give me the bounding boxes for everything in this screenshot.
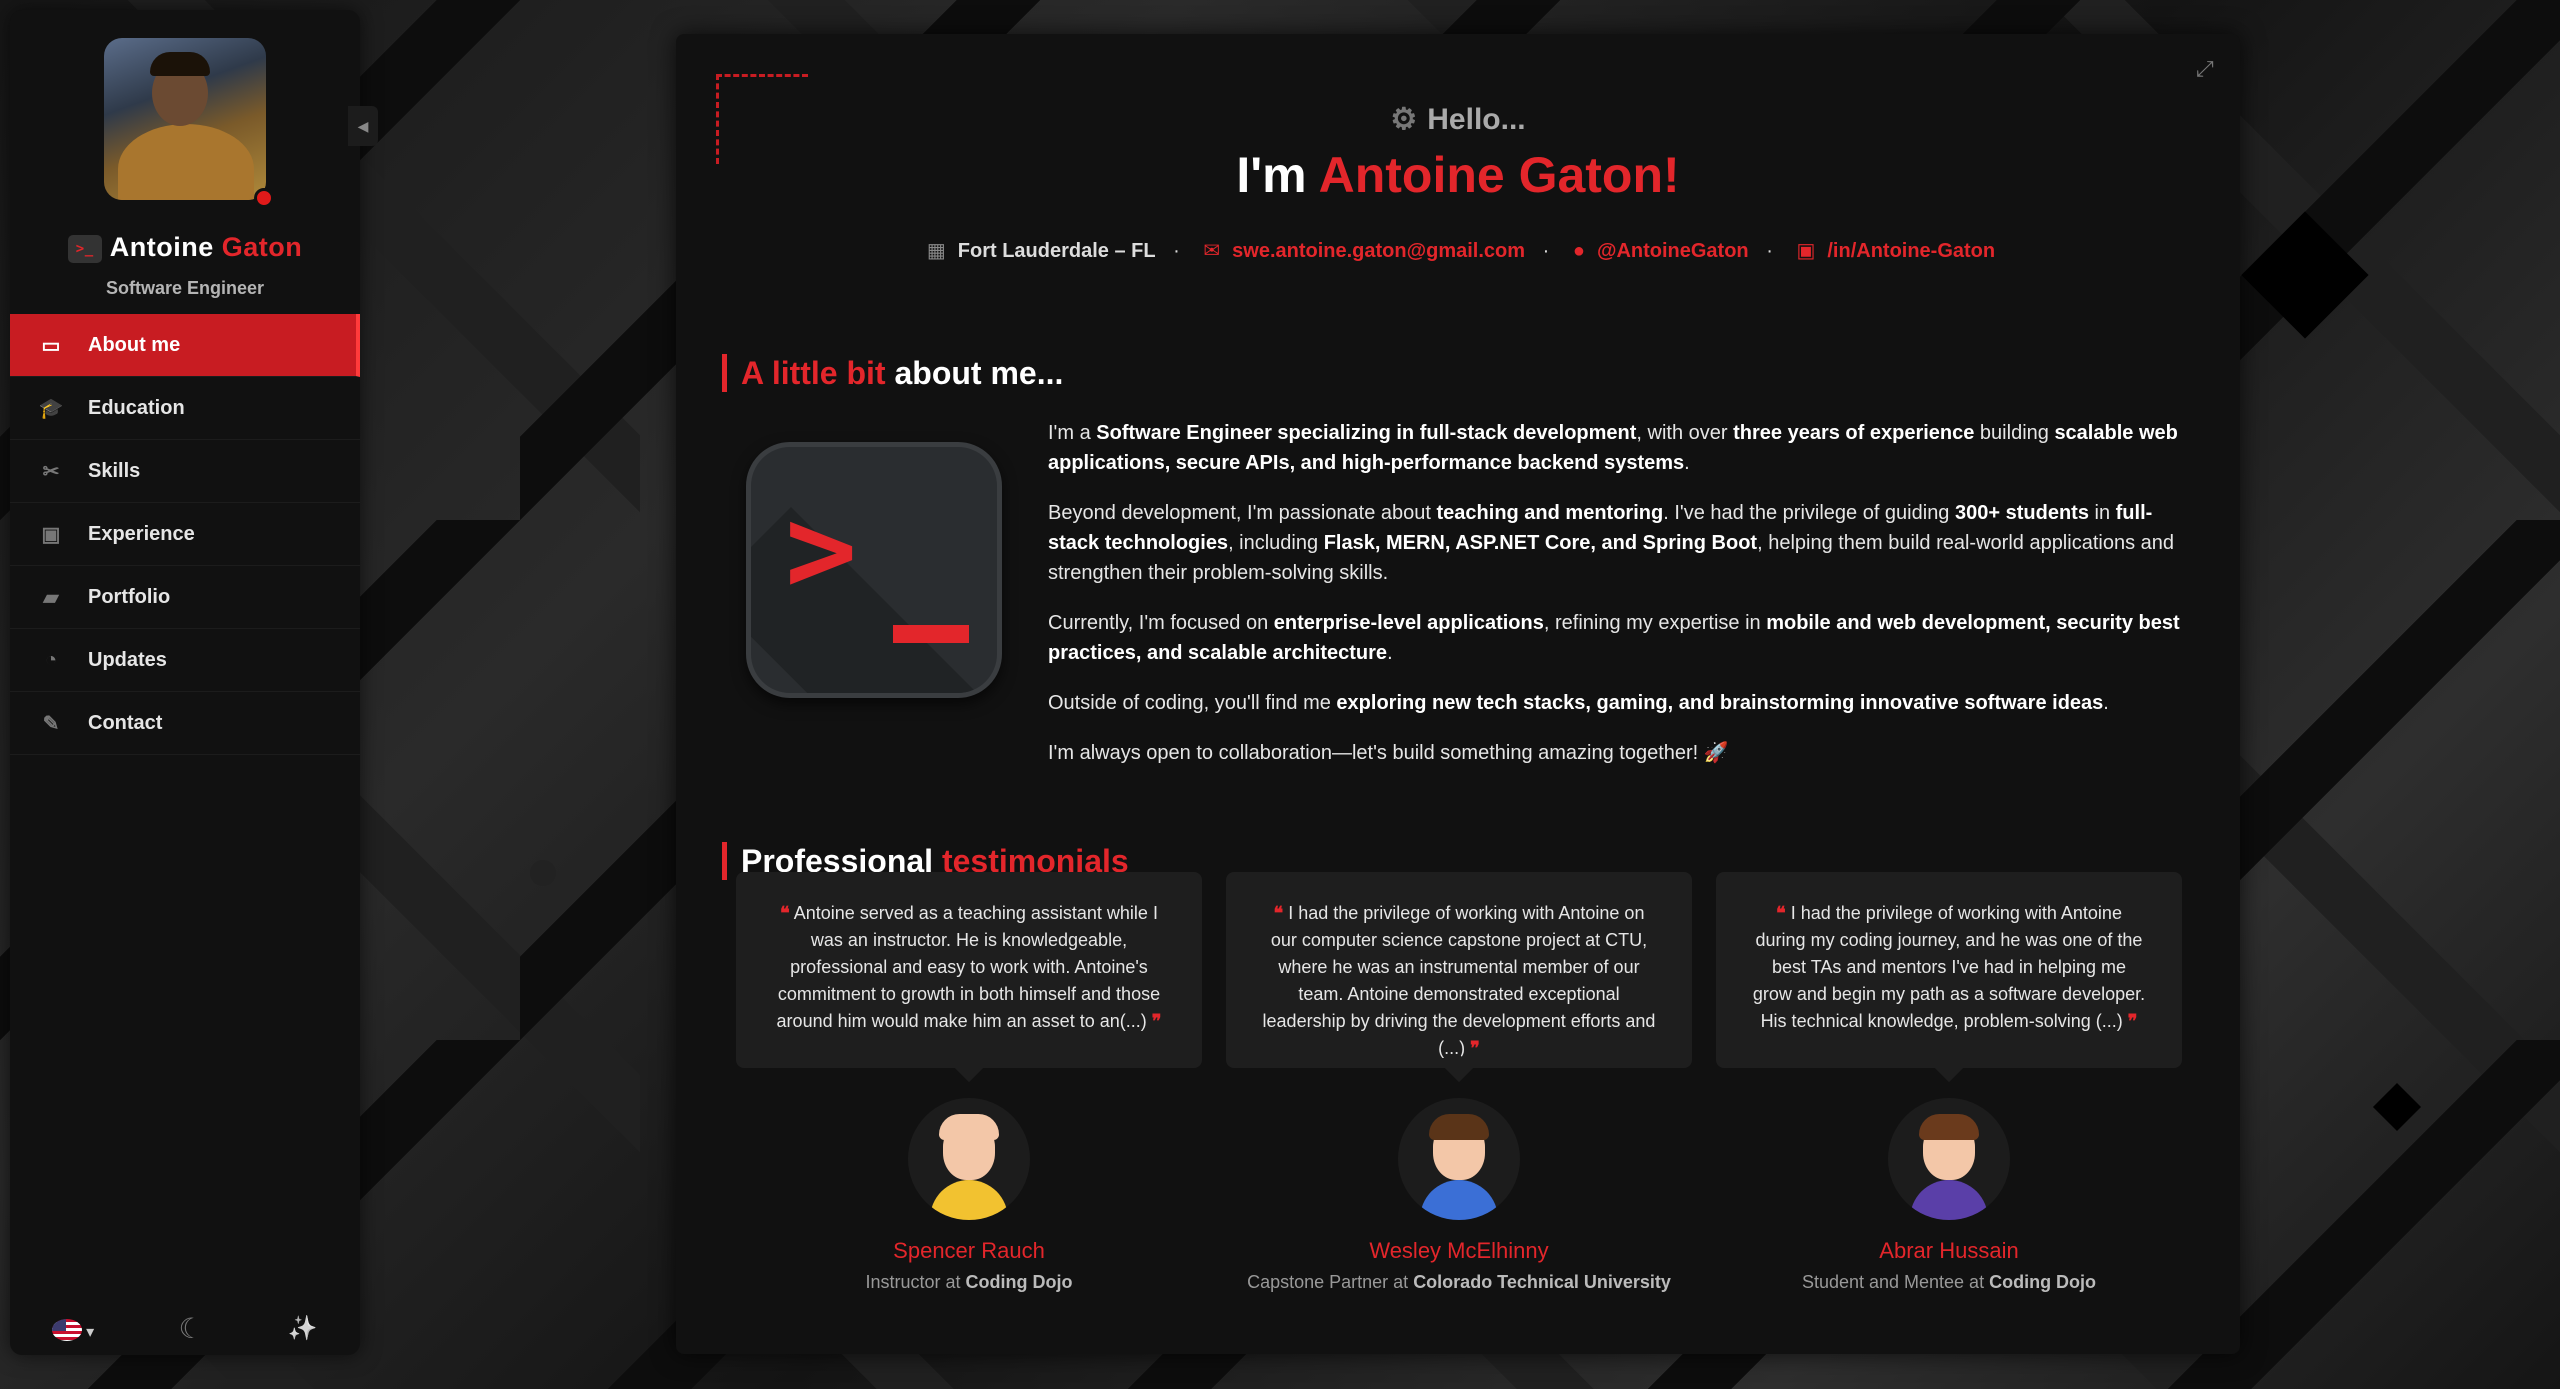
briefcase-icon: ▣ [41, 523, 61, 546]
terminal-logo-icon: > [746, 442, 1002, 698]
chevron-left-icon: ◀ [357, 117, 369, 134]
magic-wand-icon[interactable]: ✨ [288, 1314, 318, 1343]
github-link[interactable]: @AntoineGaton [1597, 240, 1749, 262]
id-card-icon: ▭ [41, 334, 61, 357]
author-role: Student and Mentee at Coding Dojo [1801, 1272, 2097, 1292]
sidebar-role: Software Engineer [105, 278, 265, 298]
background-shape [530, 860, 556, 886]
rss-icon: ◔ [44, 648, 58, 671]
hello-text: ⚙ Hello... [1390, 103, 1526, 136]
author-role: Instructor at Coding Dojo [865, 1272, 1073, 1292]
us-flag-icon [52, 1318, 83, 1341]
quote-open-icon: ❝ [780, 903, 790, 923]
quote-close-icon: ❞ [1470, 1038, 1480, 1058]
sidebar-name: >_ Antoine Gaton [10, 232, 360, 263]
online-status-dot [254, 188, 274, 208]
testimonial-card: ❝ I had the privilege of working with An… [1226, 872, 1692, 1083]
about-paragraph: Currently, I'm focused on enterprise-lev… [1048, 612, 2180, 664]
background-shape [2241, 211, 2369, 339]
moon-icon[interactable]: ☾ [179, 1312, 204, 1345]
sidebar: ◀ >_ Antoine Gaton Software Engineer ▭ Abo… [10, 10, 378, 1355]
code-branch-icon: ⚙ [1390, 103, 1418, 136]
nav-item-skills[interactable]: ✂ Skills [10, 440, 360, 503]
about-text: I'm a Software Engineer specializing in … [1048, 418, 2188, 788]
linkedin-icon: ▣ [1796, 240, 1816, 262]
author-name: Abrar Hussain [1879, 1238, 2019, 1263]
collapse-sidebar-button[interactable]: ◀ [348, 106, 378, 146]
about-paragraph: Outside of coding, you'll find me explor… [1048, 692, 2109, 714]
sidebar-nav: ▭ About me 🎓 Education ✂ Skills ▣ Experience… [10, 314, 360, 755]
folder-open-icon: ▰ [43, 586, 59, 609]
nav-item-updates[interactable]: ◔ Updates [10, 629, 360, 692]
graduation-cap-icon: 🎓 [38, 397, 64, 420]
nav-item-education[interactable]: 🎓 Education [10, 377, 360, 440]
author-name: Spencer Rauch [893, 1238, 1045, 1263]
testimonial-card: ❝ Antoine served as a teaching assistant… [736, 872, 1202, 1083]
envelope-icon: ✉ [1203, 240, 1221, 262]
nav-item-portfolio[interactable]: ▰ Portfolio [10, 566, 360, 629]
author-avatar [908, 1098, 1030, 1220]
author-role: Capstone Partner at Colorado Technical U… [1247, 1272, 1671, 1292]
terminal-icon: >_ [67, 234, 102, 263]
main-panel: ⤢ ⚙ Hello... I'm Antoine Gaton! ▦ Fort Lau… [676, 34, 2240, 1354]
author-avatar [1888, 1098, 2010, 1220]
author-name: Wesley McElhinny [1369, 1238, 1549, 1263]
testimonial-card: ❝ I had the privilege of working with An… [1716, 872, 2182, 1083]
testimonial-author: Wesley McElhinny Capstone Partner at Col… [1226, 1098, 1692, 1293]
linkedin-link[interactable]: /in/Antoine-Gaton [1827, 240, 1995, 262]
author-avatar [1398, 1098, 1520, 1220]
page-title: I'm Antoine Gaton! [1236, 147, 1680, 203]
caret-down-icon: ▾ [86, 1324, 95, 1341]
about-heading: A little bit about me... [722, 354, 1063, 392]
background-shape [2372, 1082, 2422, 1132]
quote-close-icon: ❞ [1151, 1011, 1162, 1031]
nav-item-about-me[interactable]: ▭ About me [10, 314, 360, 377]
testimonial-author: Abrar Hussain Student and Mentee at Codi… [1716, 1098, 2182, 1293]
profile-avatar [104, 38, 266, 200]
tools-icon: ✂ [42, 460, 60, 483]
about-paragraph: Beyond development, I'm passionate about… [1048, 502, 2174, 584]
about-paragraph: I'm a Software Engineer specializing in … [1048, 422, 2178, 474]
nav-item-experience[interactable]: ▣ Experience [10, 503, 360, 566]
building-icon: ▦ [926, 240, 946, 262]
email-link[interactable]: swe.antoine.gaton@gmail.com [1232, 240, 1525, 262]
testimonial-author: Spencer Rauch Instructor at Coding Dojo [736, 1098, 1202, 1293]
sidebar-footer: ▾ ☾ ✨ [10, 1308, 360, 1348]
contact-links: ▦ Fort Lauderdale – FL · ✉ swe.antoine.gat… [926, 240, 1996, 262]
nav-item-contact[interactable]: ✎ Contact [10, 692, 360, 755]
expand-icon[interactable]: ⤢ [2196, 56, 2214, 82]
about-paragraph: I'm always open to collaboration—let's b… [1048, 742, 1729, 764]
edit-icon: ✎ [42, 712, 60, 735]
language-selector[interactable]: ▾ [52, 1312, 94, 1344]
quote-close-icon: ❞ [2127, 1011, 2138, 1031]
github-icon: ● [1572, 240, 1585, 262]
quote-open-icon: ❝ [1776, 903, 1786, 923]
quote-open-icon: ❝ [1273, 903, 1284, 923]
